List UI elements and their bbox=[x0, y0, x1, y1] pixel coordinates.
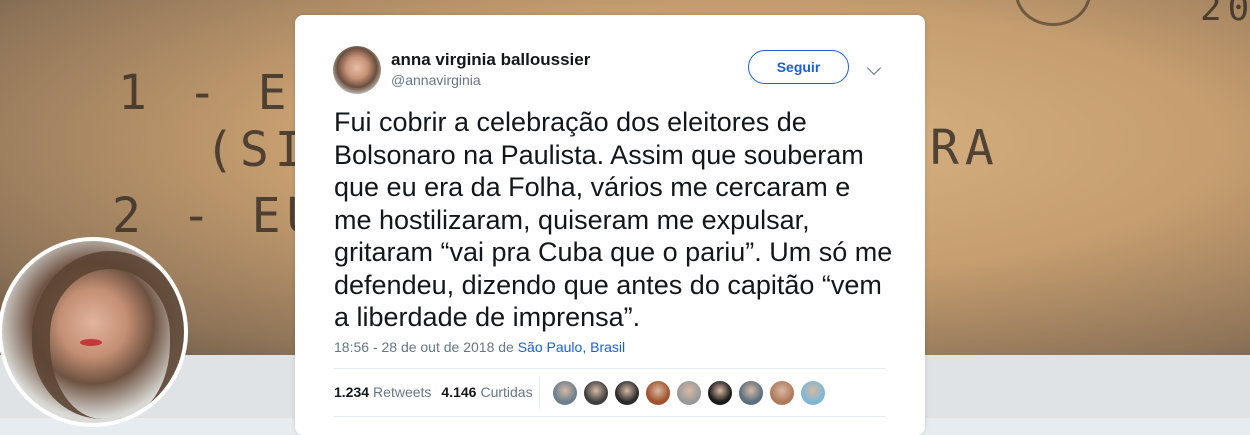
tweet-text: Fui cobrir a celebração dos eleitores de… bbox=[334, 107, 893, 332]
liker-avatar[interactable] bbox=[552, 380, 578, 406]
tweet-location-link[interactable]: São Paulo, Brasil bbox=[518, 339, 625, 355]
avatar-lips-shape bbox=[80, 339, 102, 346]
liker-avatar[interactable] bbox=[800, 380, 826, 406]
avatar-hair-shape bbox=[32, 251, 184, 419]
follow-button[interactable]: Seguir bbox=[748, 50, 849, 84]
profile-avatar-photo bbox=[2, 241, 184, 423]
likes-stat[interactable]: 4.146 Curtidas bbox=[441, 384, 532, 400]
liker-avatar[interactable] bbox=[707, 380, 733, 406]
banner-text-line: 20 bbox=[1200, 0, 1250, 29]
tweet-timestamp[interactable]: 18:56 - 28 de out de 2018 de bbox=[334, 339, 514, 355]
divider bbox=[334, 416, 886, 417]
chevron-down-icon[interactable] bbox=[866, 60, 882, 76]
likes-label: Curtidas bbox=[480, 384, 533, 400]
retweets-stat[interactable]: 1.234 Retweets bbox=[334, 384, 431, 400]
author-name[interactable]: anna virginia balloussier bbox=[391, 50, 590, 70]
liker-avatar[interactable] bbox=[614, 380, 640, 406]
tweet-stats: 1.234 Retweets 4.146 Curtidas bbox=[334, 384, 533, 400]
banner-decoration bbox=[1015, 0, 1091, 26]
tweet-card: anna virginia balloussier @annavirginia … bbox=[295, 15, 925, 435]
divider bbox=[539, 377, 540, 409]
author-avatar[interactable] bbox=[333, 46, 381, 94]
likers-avatars bbox=[552, 380, 831, 406]
likes-count: 4.146 bbox=[441, 384, 477, 400]
tweet-metadata: 18:56 - 28 de out de 2018 de São Paulo, … bbox=[334, 339, 625, 355]
banner-text-line: RA bbox=[930, 120, 1000, 176]
retweets-label: Retweets bbox=[373, 384, 432, 400]
divider bbox=[334, 368, 886, 369]
liker-avatar[interactable] bbox=[583, 380, 609, 406]
profile-avatar[interactable] bbox=[0, 237, 188, 427]
liker-avatar[interactable] bbox=[645, 380, 671, 406]
author-handle[interactable]: @annavirginia bbox=[391, 72, 481, 88]
liker-avatar[interactable] bbox=[738, 380, 764, 406]
liker-avatar[interactable] bbox=[676, 380, 702, 406]
liker-avatar[interactable] bbox=[769, 380, 795, 406]
retweets-count: 1.234 bbox=[334, 384, 370, 400]
